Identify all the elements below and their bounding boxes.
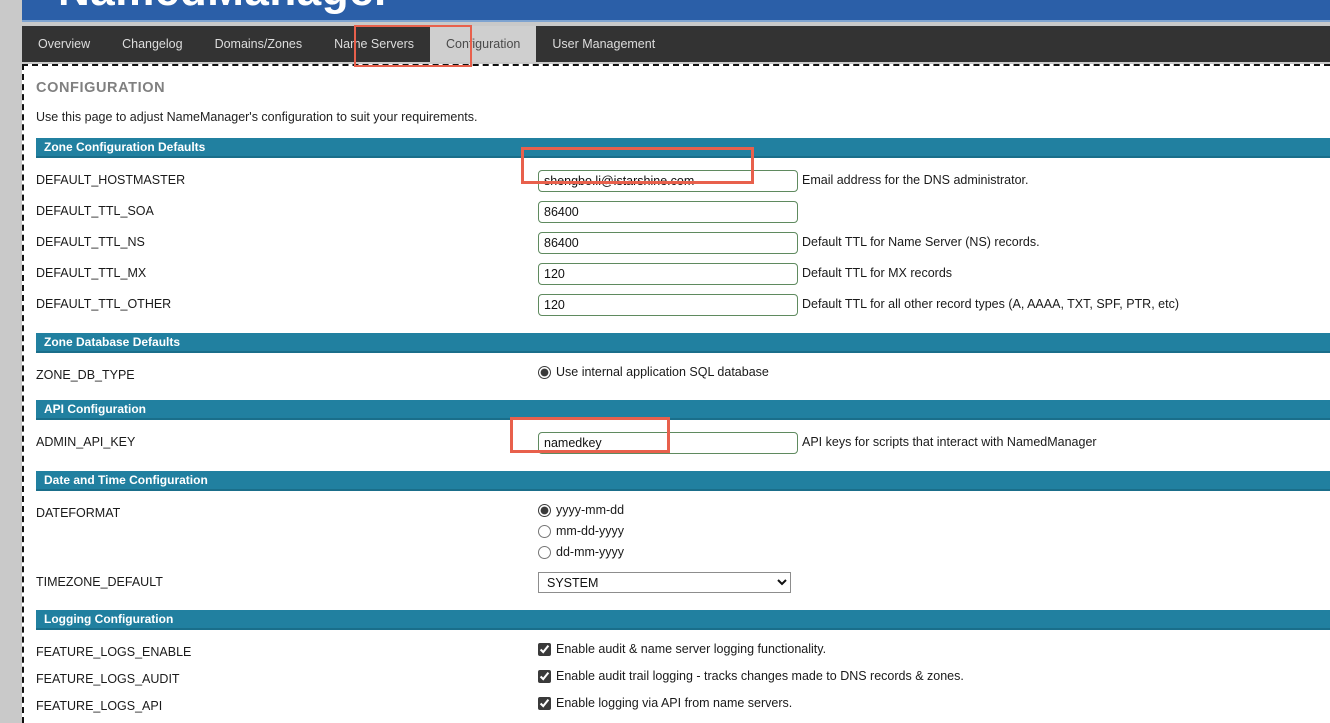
field-group-admin-api-key: API keys for scripts that interact with … [538,432,1330,454]
label-default-ttl-mx: DEFAULT_TTL_MX [36,266,147,280]
row-feature-logs-audit: FEATURE_LOGS_AUDIT Enable audit trail lo… [36,669,1330,687]
input-default-ttl-ns[interactable] [538,232,798,254]
field-group-zone-db-type: Use internal application SQL database [538,365,1330,379]
label-default-ttl-other: DEFAULT_TTL_OTHER [36,297,172,311]
desc-default-hostmaster: Email address for the DNS administrator. [802,173,1029,187]
input-default-ttl-soa[interactable] [538,201,798,223]
app-window: NamedManager Overview Changelog Domains/… [0,0,1330,723]
field-group-default-hostmaster: Email address for the DNS administrator. [538,170,1330,192]
left-gutter [0,0,22,723]
desc-default-ttl-ns: Default TTL for Name Server (NS) records… [802,235,1040,249]
nav-item-name-servers[interactable]: Name Servers [318,26,430,62]
radio-zone-db-internal-sql[interactable] [538,365,551,379]
label-admin-api-key: ADMIN_API_KEY [36,435,136,449]
label-feature-logs-api: FEATURE_LOGS_API [36,699,163,713]
row-admin-api-key: ADMIN_API_KEY API keys for scripts that … [36,432,1330,454]
checkbox-feature-logs-audit[interactable] [538,669,551,683]
section-header-zone-database: Zone Database Defaults [36,333,1330,353]
section-header-api: API Configuration [36,400,1330,420]
option-feature-logs-enable[interactable]: Enable audit & name server logging funct… [538,642,826,656]
nav-item-domains-zones[interactable]: Domains/Zones [199,26,319,62]
field-group-default-ttl-ns: Default TTL for Name Server (NS) records… [538,232,1330,254]
desc-admin-api-key: API keys for scripts that interact with … [802,435,1097,449]
page-title: CONFIGURATION [36,80,166,96]
main-navigation: Overview Changelog Domains/Zones Name Se… [22,26,1330,62]
label-default-ttl-soa: DEFAULT_TTL_SOA [36,204,154,218]
row-default-hostmaster: DEFAULT_HOSTMASTER Email address for the… [36,170,1330,192]
option-zone-db-internal-sql[interactable]: Use internal application SQL database [538,365,769,379]
checkbox-feature-logs-api[interactable] [538,696,551,710]
row-default-ttl-soa: DEFAULT_TTL_SOA [36,201,1330,223]
label-feature-logs-audit: FEATURE_LOGS_AUDIT [36,672,180,686]
field-group-default-ttl-other: Default TTL for all other record types (… [538,294,1330,316]
field-group-default-ttl-mx: Default TTL for MX records [538,263,1330,285]
select-timezone-default[interactable]: SYSTEM [538,572,791,593]
row-feature-logs-api: FEATURE_LOGS_API Enable logging via API … [36,696,1330,714]
label-default-hostmaster: DEFAULT_HOSTMASTER [36,173,186,187]
field-group-default-ttl-soa [538,201,1330,223]
field-group-feature-logs-audit: Enable audit trail logging - tracks chan… [538,669,1330,683]
row-default-ttl-ns: DEFAULT_TTL_NS Default TTL for Name Serv… [36,232,1330,254]
label-feature-logs-enable: FEATURE_LOGS_ENABLE [36,645,192,659]
row-dateformat: DATEFORMAT yyyy-mm-dd mm-dd-yyyy dd-mm-y… [36,503,1330,559]
label-dateformat: DATEFORMAT [36,506,121,520]
label-dateformat-mdy: mm-dd-yyyy [556,524,625,538]
input-default-ttl-mx[interactable] [538,263,798,285]
desc-default-ttl-other: Default TTL for all other record types (… [802,297,1179,311]
field-group-feature-logs-api: Enable logging via API from name servers… [538,696,1330,710]
section-header-zone-defaults: Zone Configuration Defaults [36,138,1330,158]
app-logo: NamedManager [58,0,392,16]
page-subtitle: Use this page to adjust NameManager's co… [36,110,478,124]
label-zone-db-type: ZONE_DB_TYPE [36,368,135,382]
field-group-timezone-default: SYSTEM [538,572,1330,593]
label-default-ttl-ns: DEFAULT_TTL_NS [36,235,145,249]
checkbox-feature-logs-enable[interactable] [538,642,551,656]
option-dateformat-mdy[interactable]: mm-dd-yyyy [538,524,624,538]
row-default-ttl-other: DEFAULT_TTL_OTHER Default TTL for all ot… [36,294,1330,316]
banner-divider [22,20,1330,22]
option-feature-logs-audit[interactable]: Enable audit trail logging - tracks chan… [538,669,964,683]
radio-dateformat-ymd[interactable] [538,503,551,517]
app-banner: NamedManager [22,0,1330,22]
input-admin-api-key[interactable] [538,432,798,454]
option-feature-logs-api[interactable]: Enable logging via API from name servers… [538,696,792,710]
label-option-feature-logs-audit: Enable audit trail logging - tracks chan… [556,669,964,683]
label-option-feature-logs-enable: Enable audit & name server logging funct… [556,642,827,656]
label-zone-db-internal-sql: Use internal application SQL database [556,365,769,379]
section-header-datetime: Date and Time Configuration [36,471,1330,491]
row-default-ttl-mx: DEFAULT_TTL_MX Default TTL for MX record… [36,263,1330,285]
content-area: CONFIGURATION Use this page to adjust Na… [22,64,1330,723]
section-header-logging: Logging Configuration [36,610,1330,630]
label-dateformat-dmy: dd-mm-yyyy [556,545,625,559]
desc-default-ttl-mx: Default TTL for MX records [802,266,953,280]
nav-item-overview[interactable]: Overview [22,26,106,62]
radio-dateformat-mdy[interactable] [538,524,551,538]
nav-item-user-management[interactable]: User Management [536,26,671,62]
option-dateformat-dmy[interactable]: dd-mm-yyyy [538,545,624,559]
row-feature-logs-enable: FEATURE_LOGS_ENABLE Enable audit & name … [36,642,1330,660]
row-timezone-default: TIMEZONE_DEFAULT SYSTEM [36,572,1330,593]
radio-dateformat-dmy[interactable] [538,545,551,559]
field-group-feature-logs-enable: Enable audit & name server logging funct… [538,642,1330,656]
nav-item-changelog[interactable]: Changelog [106,26,198,62]
label-option-feature-logs-api: Enable logging via API from name servers… [556,696,793,710]
input-default-ttl-other[interactable] [538,294,798,316]
field-group-dateformat: yyyy-mm-dd mm-dd-yyyy dd-mm-yyyy [538,503,1330,559]
option-dateformat-ymd[interactable]: yyyy-mm-dd [538,503,624,517]
nav-item-configuration[interactable]: Configuration [430,26,537,62]
label-dateformat-ymd: yyyy-mm-dd [556,503,625,517]
input-default-hostmaster[interactable] [538,170,798,192]
label-timezone-default: TIMEZONE_DEFAULT [36,575,163,589]
row-zone-db-type: ZONE_DB_TYPE Use internal application SQ… [36,365,1330,383]
